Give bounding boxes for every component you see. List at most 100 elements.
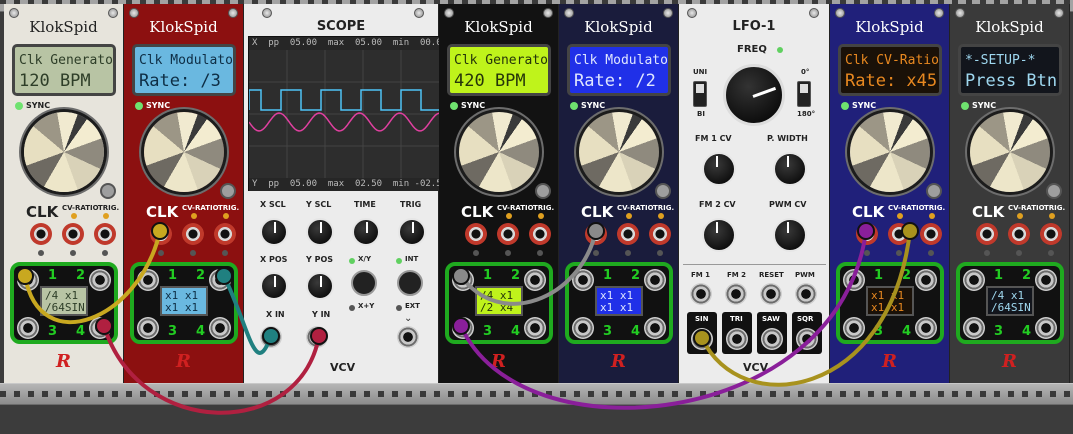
fm1-cv-knob[interactable] — [702, 152, 736, 186]
uni-label: UNI — [693, 68, 708, 76]
setup-button[interactable] — [220, 183, 236, 199]
output-jack-2[interactable] — [209, 269, 231, 291]
output-number-3: 3 — [48, 324, 58, 339]
pwm-input-jack[interactable] — [795, 283, 817, 305]
output-jack-1[interactable] — [572, 269, 594, 291]
bpm-knob[interactable] — [24, 112, 104, 192]
uni-bi-switch[interactable] — [693, 81, 707, 107]
lcd-line-2: Rate: x45 — [845, 71, 938, 91]
output-jack-3[interactable] — [452, 317, 474, 339]
screw-icon — [228, 8, 238, 18]
clk-input-jack[interactable] — [856, 223, 878, 245]
sqr-label: SQR — [797, 315, 814, 323]
y-scale-knob[interactable] — [306, 218, 334, 246]
output-jack-3[interactable] — [963, 317, 985, 339]
ratio-led — [505, 250, 511, 256]
trig-input-jack[interactable] — [920, 223, 942, 245]
cv-ratio-input-jack[interactable] — [888, 223, 910, 245]
pwm-cv-knob[interactable] — [773, 218, 807, 252]
trig-input-jack[interactable] — [94, 223, 116, 245]
output-jack-1[interactable] — [843, 269, 865, 291]
phase-switch[interactable] — [797, 81, 811, 107]
output-number-3: 3 — [994, 324, 1004, 339]
fm1-input-jack[interactable] — [690, 283, 712, 305]
clk-label: CLK — [581, 203, 614, 221]
output-jack-1[interactable] — [963, 269, 985, 291]
ext-trig-input-jack[interactable] — [397, 326, 419, 348]
fm2-input-jack[interactable] — [725, 283, 747, 305]
output-jack-3[interactable] — [843, 317, 865, 339]
clk-input-jack[interactable] — [976, 223, 998, 245]
setup-button[interactable] — [100, 183, 116, 199]
y-input-jack[interactable] — [306, 326, 328, 348]
sqr-output-jack[interactable] — [796, 328, 818, 350]
cv-ratio-input-jack[interactable] — [497, 223, 519, 245]
bpm-knob[interactable] — [459, 112, 539, 192]
output-jack-3[interactable] — [17, 317, 39, 339]
trig-input-jack[interactable] — [1040, 223, 1062, 245]
x-scl-label: X SCL — [260, 200, 286, 209]
clk-input-jack[interactable] — [150, 223, 172, 245]
reset-input-label: RESET — [759, 271, 784, 279]
bpm-knob[interactable] — [850, 112, 930, 192]
output-jack-2[interactable] — [644, 269, 666, 291]
trig-source-button[interactable] — [397, 270, 423, 296]
output-jack-2[interactable] — [1035, 269, 1057, 291]
xy-mode-button[interactable] — [351, 270, 377, 296]
cv-led — [897, 213, 903, 219]
trig-level-knob[interactable] — [398, 218, 426, 246]
output-jack-2[interactable] — [89, 269, 111, 291]
setup-button[interactable] — [535, 183, 551, 199]
cv-ratio-input-jack[interactable] — [182, 223, 204, 245]
cv-ratio-input-jack[interactable] — [617, 223, 639, 245]
sin-output-jack[interactable] — [691, 328, 713, 350]
scope-traces — [249, 50, 439, 179]
bpm-knob[interactable] — [579, 112, 659, 192]
bpm-knob[interactable] — [970, 112, 1050, 192]
fm2-cv-knob[interactable] — [702, 218, 736, 252]
y-pos-knob[interactable] — [306, 272, 334, 300]
output-jack-3[interactable] — [137, 317, 159, 339]
freq-knob[interactable] — [723, 64, 785, 126]
output-jack-2[interactable] — [915, 269, 937, 291]
output-jack-4[interactable] — [915, 317, 937, 339]
setup-button[interactable] — [926, 183, 942, 199]
output-jack-1[interactable] — [17, 269, 39, 291]
clk-input-jack[interactable] — [465, 223, 487, 245]
ratio-display: /4 x1 /64SIN — [986, 286, 1034, 316]
x-pos-knob[interactable] — [260, 272, 288, 300]
setup-button[interactable] — [1046, 183, 1062, 199]
tri-output-jack[interactable] — [726, 328, 748, 350]
pulse-width-knob[interactable] — [773, 152, 807, 186]
output-jack-4[interactable] — [1035, 317, 1057, 339]
trig-out-led — [537, 250, 543, 256]
output-jack-4[interactable] — [89, 317, 111, 339]
brand-logo: R — [1002, 351, 1017, 372]
setup-button[interactable] — [655, 183, 671, 199]
x-input-jack[interactable] — [260, 326, 282, 348]
trig-input-jack[interactable] — [529, 223, 551, 245]
reset-input-jack[interactable] — [760, 283, 782, 305]
output-jack-1[interactable] — [452, 269, 474, 291]
output-jack-2[interactable] — [524, 269, 546, 291]
output-jack-4[interactable] — [644, 317, 666, 339]
output-number-3: 3 — [168, 324, 178, 339]
x-scale-knob[interactable] — [260, 218, 288, 246]
output-jack-4[interactable] — [524, 317, 546, 339]
output-jack-3[interactable] — [572, 317, 594, 339]
bpm-knob[interactable] — [144, 112, 224, 192]
output-jack-1[interactable] — [137, 269, 159, 291]
time-knob[interactable] — [352, 218, 380, 246]
cv-ratio-input-jack[interactable] — [62, 223, 84, 245]
trig-input-jack[interactable] — [214, 223, 236, 245]
clk-input-jack[interactable] — [30, 223, 52, 245]
saw-output-jack[interactable] — [761, 328, 783, 350]
screw-icon — [809, 8, 819, 18]
trig-input-jack[interactable] — [649, 223, 671, 245]
clk-label: CLK — [852, 203, 885, 221]
cv-ratio-input-jack[interactable] — [1008, 223, 1030, 245]
output-jack-4[interactable] — [209, 317, 231, 339]
trig-out-led — [928, 250, 934, 256]
trig-label: TRIG. — [653, 204, 675, 212]
clk-input-jack[interactable] — [585, 223, 607, 245]
